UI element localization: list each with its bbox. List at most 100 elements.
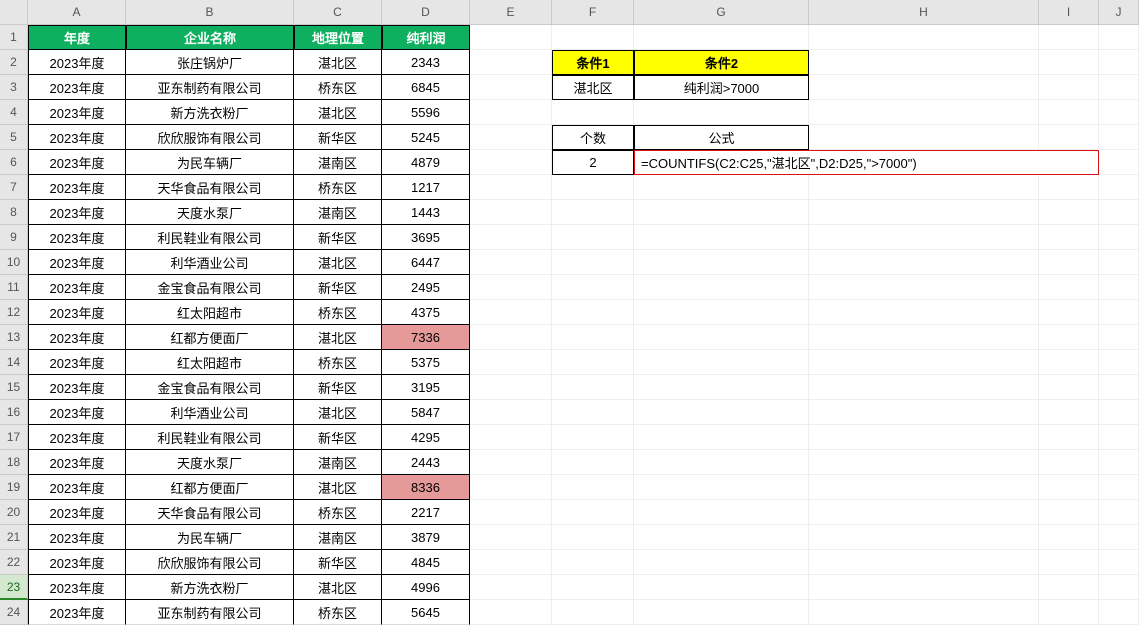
empty-cell[interactable] [552,325,634,350]
cell-year[interactable]: 2023年度 [28,275,126,300]
row-header-15[interactable]: 15 [0,375,28,400]
empty-cell[interactable] [809,275,1039,300]
cell-profit[interactable]: 4295 [382,425,470,450]
empty-cell[interactable] [552,375,634,400]
empty-cell[interactable] [552,550,634,575]
cond-header-1[interactable]: 条件1 [552,50,634,75]
empty-cell[interactable] [809,575,1039,600]
empty-cell[interactable] [1099,75,1139,100]
row-header-19[interactable]: 19 [0,475,28,500]
empty-cell[interactable] [1039,100,1099,125]
empty-cell[interactable] [470,575,552,600]
empty-cell[interactable] [809,500,1039,525]
header-location[interactable]: 地理位置 [294,25,382,50]
empty-cell[interactable] [809,425,1039,450]
empty-cell[interactable] [634,275,809,300]
count-value[interactable]: 2 [552,150,634,175]
cell-company[interactable]: 为民车辆厂 [126,525,294,550]
row-header-7[interactable]: 7 [0,175,28,200]
empty-cell[interactable] [1039,25,1099,50]
row-header-1[interactable]: 1 [0,25,28,50]
cell-year[interactable]: 2023年度 [28,575,126,600]
empty-cell[interactable] [1039,50,1099,75]
empty-cell[interactable] [634,600,809,625]
cell-year[interactable]: 2023年度 [28,100,126,125]
cell-year[interactable]: 2023年度 [28,375,126,400]
cell-profit[interactable]: 5375 [382,350,470,375]
row-header-24[interactable]: 24 [0,600,28,625]
cell-profit[interactable]: 1443 [382,200,470,225]
empty-cell[interactable] [1099,225,1139,250]
empty-cell[interactable] [470,125,552,150]
empty-cell[interactable] [1039,500,1099,525]
cell-year[interactable]: 2023年度 [28,175,126,200]
empty-cell[interactable] [1039,325,1099,350]
cell-location[interactable]: 湛北区 [294,250,382,275]
cell-company[interactable]: 金宝食品有限公司 [126,275,294,300]
cell-location[interactable]: 桥东区 [294,175,382,200]
cell-company[interactable]: 亚东制药有限公司 [126,600,294,625]
row-header-2[interactable]: 2 [0,50,28,75]
cell-year[interactable]: 2023年度 [28,250,126,275]
empty-cell[interactable] [1099,500,1139,525]
empty-cell[interactable] [1039,275,1099,300]
empty-cell[interactable] [634,325,809,350]
empty-cell[interactable] [809,75,1039,100]
empty-cell[interactable] [552,500,634,525]
row-header-17[interactable]: 17 [0,425,28,450]
cell-company[interactable]: 红都方便面厂 [126,475,294,500]
empty-cell[interactable] [1039,250,1099,275]
cell-year[interactable]: 2023年度 [28,350,126,375]
col-header-G[interactable]: G [634,0,809,25]
cell-location[interactable]: 新华区 [294,275,382,300]
row-header-14[interactable]: 14 [0,350,28,375]
col-header-B[interactable]: B [126,0,294,25]
empty-cell[interactable] [470,450,552,475]
empty-cell[interactable] [1099,475,1139,500]
empty-cell[interactable] [1099,25,1139,50]
cell-location[interactable]: 湛北区 [294,400,382,425]
cell-year[interactable]: 2023年度 [28,50,126,75]
cell-year[interactable]: 2023年度 [28,400,126,425]
cell-company[interactable]: 利民鞋业有限公司 [126,425,294,450]
cell-profit[interactable]: 3879 [382,525,470,550]
empty-cell[interactable] [809,100,1039,125]
empty-cell[interactable] [1099,175,1139,200]
empty-cell[interactable] [1099,100,1139,125]
row-header-10[interactable]: 10 [0,250,28,275]
empty-cell[interactable] [1099,125,1139,150]
cell-company[interactable]: 新方洗衣粉厂 [126,100,294,125]
empty-cell[interactable] [552,600,634,625]
row-header-22[interactable]: 22 [0,550,28,575]
cell-year[interactable]: 2023年度 [28,200,126,225]
row-header-23[interactable]: 23 [0,575,28,600]
row-header-8[interactable]: 8 [0,200,28,225]
empty-cell[interactable] [1039,525,1099,550]
cell-location[interactable]: 桥东区 [294,75,382,100]
empty-cell[interactable] [634,575,809,600]
empty-cell[interactable] [470,375,552,400]
empty-cell[interactable] [1099,525,1139,550]
empty-cell[interactable] [809,250,1039,275]
empty-cell[interactable] [809,200,1039,225]
col-header-C[interactable]: C [294,0,382,25]
empty-cell[interactable] [1039,75,1099,100]
cell-profit[interactable]: 5645 [382,600,470,625]
empty-cell[interactable] [1039,300,1099,325]
cell-profit[interactable]: 6845 [382,75,470,100]
empty-cell[interactable] [809,450,1039,475]
spreadsheet-grid[interactable]: ABCDEFGHIJ1年度企业名称地理位置纯利润22023年度张庄锅炉厂湛北区2… [0,0,1139,625]
empty-cell[interactable] [470,350,552,375]
cell-profit[interactable]: 4375 [382,300,470,325]
cell-location[interactable]: 湛南区 [294,200,382,225]
empty-cell[interactable] [470,275,552,300]
empty-cell[interactable] [634,225,809,250]
empty-cell[interactable] [470,400,552,425]
empty-cell[interactable] [809,475,1039,500]
empty-cell[interactable] [809,350,1039,375]
empty-cell[interactable] [634,400,809,425]
empty-cell[interactable] [1099,150,1139,175]
col-header-H[interactable]: H [809,0,1039,25]
empty-cell[interactable] [809,550,1039,575]
cell-profit[interactable]: 3195 [382,375,470,400]
